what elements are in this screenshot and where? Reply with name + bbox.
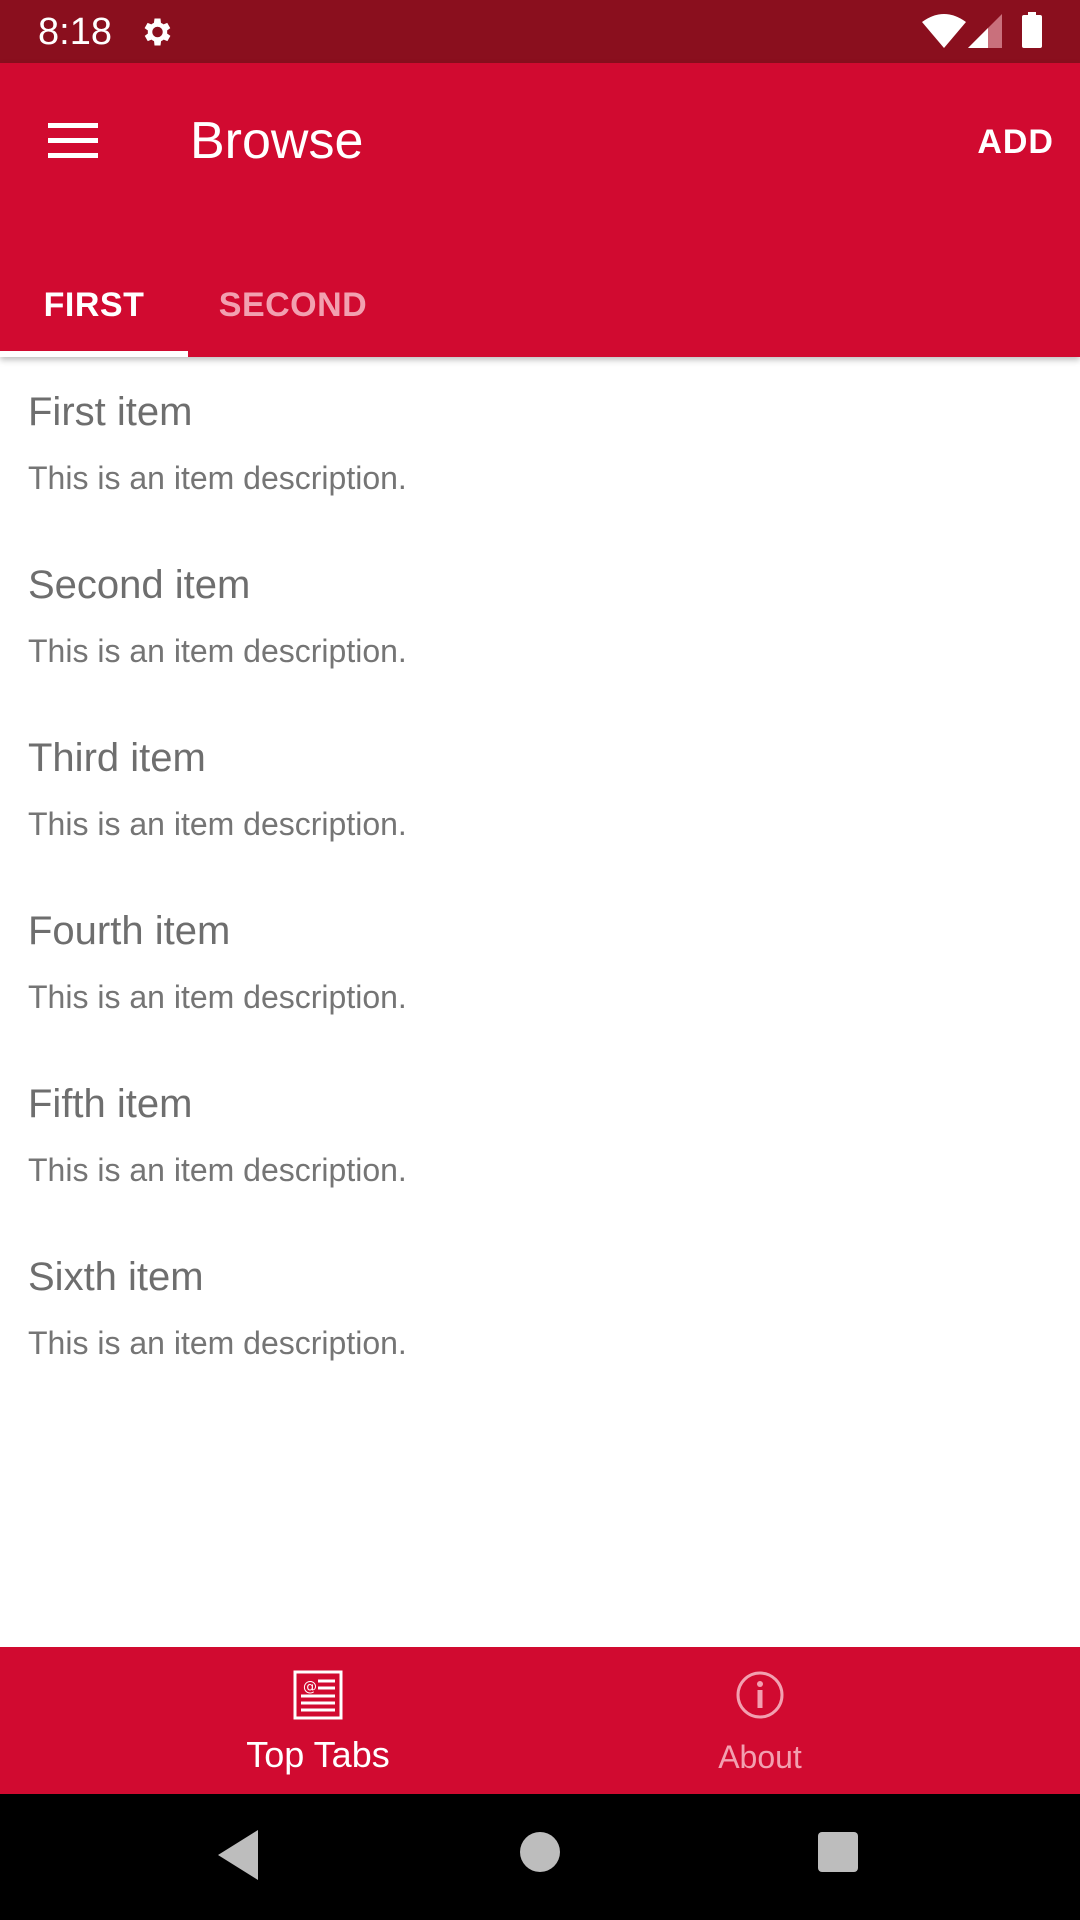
bottom-nav-label: About <box>718 1739 802 1775</box>
recents-icon[interactable] <box>818 1832 858 1872</box>
list-item[interactable]: First item This is an item description. <box>0 357 1080 530</box>
hamburger-menu-icon[interactable] <box>38 111 108 171</box>
status-bar: 8:18 <box>0 0 1080 63</box>
item-description: This is an item description. <box>28 1152 407 1188</box>
back-icon[interactable] <box>218 1830 260 1880</box>
page-title: Browse <box>190 112 364 170</box>
tab-second[interactable]: SECOND <box>188 253 398 357</box>
item-title: Sixth item <box>28 1255 204 1299</box>
status-time: 8:18 <box>38 11 112 53</box>
system-navigation-bar <box>0 1794 1080 1920</box>
item-description: This is an item description. <box>28 806 407 842</box>
item-title: Fifth item <box>28 1082 193 1126</box>
bottom-navigation: @ Top Tabs About <box>0 1647 1080 1794</box>
item-description: This is an item description. <box>28 633 407 669</box>
home-icon[interactable] <box>520 1832 560 1872</box>
battery-icon <box>1022 12 1042 48</box>
newspaper-icon: @ <box>293 1670 343 1720</box>
info-icon <box>736 1671 784 1719</box>
item-title: Second item <box>28 563 251 607</box>
bottom-nav-about[interactable]: About <box>490 1647 1030 1794</box>
list-item[interactable]: Second item This is an item description. <box>0 530 1080 703</box>
item-title: First item <box>28 390 193 434</box>
signal-icon <box>968 14 1002 48</box>
app-bar: Browse ADD FIRST SECOND <box>0 63 1080 357</box>
item-description: This is an item description. <box>28 1325 407 1361</box>
item-title: Fourth item <box>28 909 231 953</box>
tab-first[interactable]: FIRST <box>0 253 188 357</box>
svg-text:@: @ <box>303 1679 317 1695</box>
add-button[interactable]: ADD <box>977 115 1054 169</box>
wifi-icon <box>922 14 966 48</box>
item-list: First item This is an item description. … <box>0 357 1080 1395</box>
list-item[interactable]: Fifth item This is an item description. <box>0 1049 1080 1222</box>
item-description: This is an item description. <box>28 979 407 1015</box>
list-item[interactable]: Sixth item This is an item description. <box>0 1222 1080 1395</box>
item-title: Third item <box>28 736 206 780</box>
settings-icon <box>144 18 171 46</box>
item-description: This is an item description. <box>28 460 407 496</box>
list-item[interactable]: Fourth item This is an item description. <box>0 876 1080 1049</box>
list-item[interactable]: Third item This is an item description. <box>0 703 1080 876</box>
